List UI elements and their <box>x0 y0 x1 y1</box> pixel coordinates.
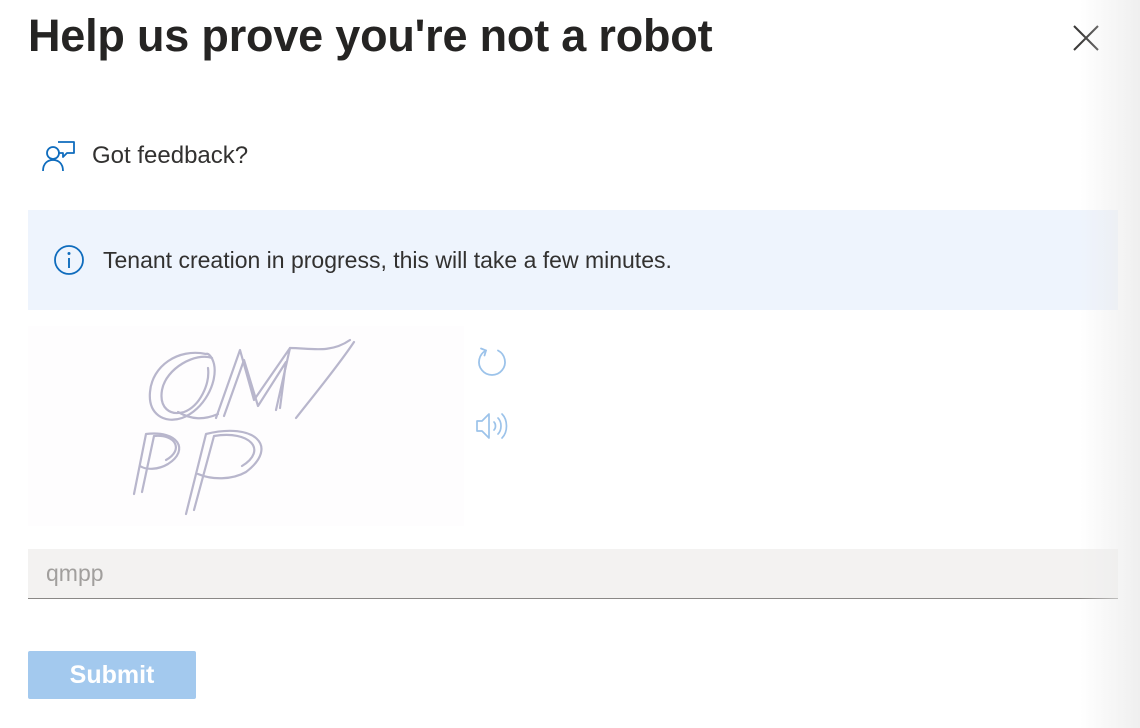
info-message-text: Tenant creation in progress, this will t… <box>103 246 672 273</box>
refresh-icon <box>478 347 506 376</box>
refresh-captcha-button[interactable] <box>472 342 512 382</box>
close-button[interactable] <box>1068 20 1104 56</box>
feedback-person-icon <box>40 138 76 174</box>
submit-button[interactable]: Submit <box>28 651 196 699</box>
captcha-image <box>28 326 464 526</box>
close-icon <box>1073 25 1099 51</box>
feedback-label: Got feedback? <box>92 142 249 169</box>
speaker-icon <box>476 413 508 439</box>
captcha-dialog: Help us prove you're not a robot Got fee… <box>0 0 1140 728</box>
audio-captcha-button[interactable] <box>472 406 512 446</box>
info-message-bar: Tenant creation in progress, this will t… <box>28 210 1118 310</box>
captcha-answer-input[interactable] <box>28 549 1118 599</box>
info-icon <box>52 243 86 277</box>
panel-edge-shadow <box>1080 0 1140 728</box>
dialog-title: Help us prove you're not a robot <box>28 10 713 61</box>
feedback-link[interactable]: Got feedback? <box>40 136 248 176</box>
